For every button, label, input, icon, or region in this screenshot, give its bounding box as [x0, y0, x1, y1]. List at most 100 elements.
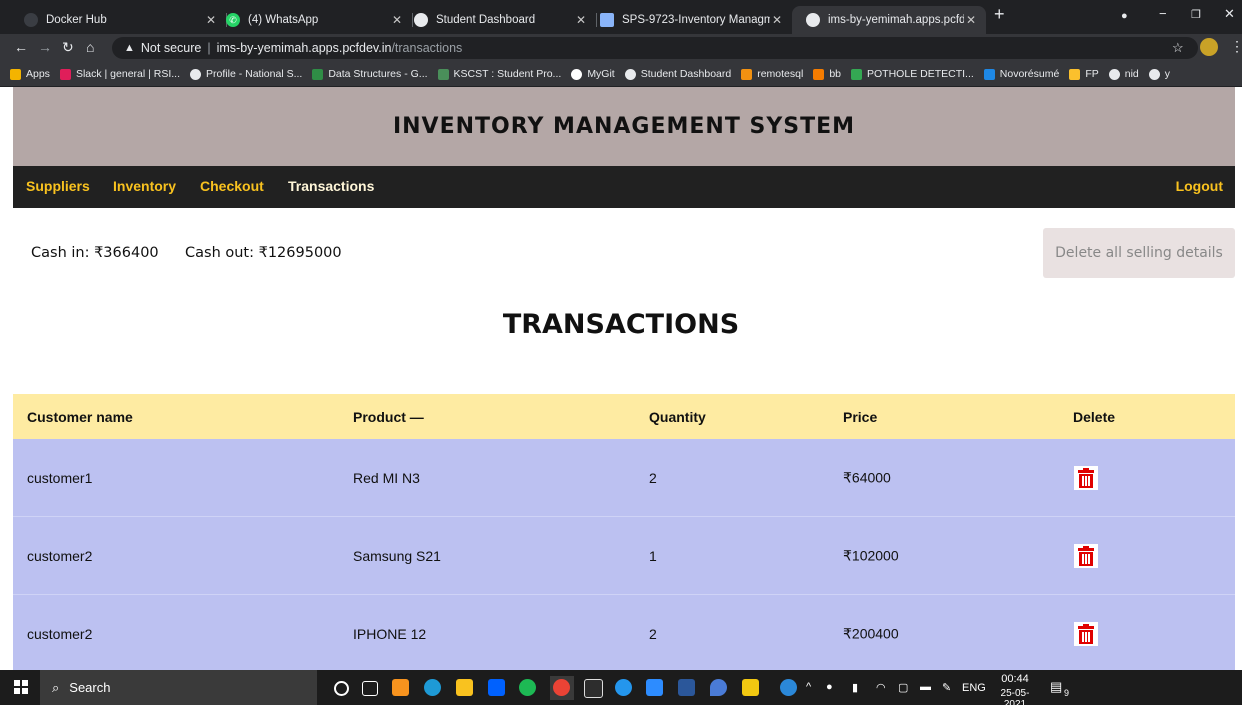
new-tab-button[interactable]: +	[994, 4, 1005, 25]
trash-icon[interactable]	[1074, 621, 1098, 646]
word-icon[interactable]	[678, 679, 695, 696]
chrome-icon[interactable]	[553, 679, 570, 696]
page-title: TRANSACTIONS	[502, 309, 740, 340]
bb-icon	[813, 68, 825, 80]
bookmark-label: y	[1164, 68, 1170, 80]
table-row: customer1 Red MI N3 2 ₹64000	[13, 439, 1235, 517]
trash-icon[interactable]	[1074, 543, 1098, 568]
bookmark-nid[interactable]: nid	[1108, 68, 1139, 80]
bookmark-label: Profile - National S...	[206, 68, 303, 80]
back-icon[interactable]: ←	[14, 39, 28, 55]
bookmark-student-dashboard[interactable]: Student Dashboard	[624, 68, 731, 80]
kscst-icon	[437, 68, 449, 80]
docker-icon[interactable]	[615, 679, 632, 696]
customer-name: customer1	[27, 469, 93, 486]
tray-app-icon[interactable]: ●	[826, 681, 833, 693]
tray-chevron-icon[interactable]: ^	[806, 681, 811, 693]
bookmark-mygit[interactable]: MyGit	[571, 68, 615, 80]
bookmark-data-structures[interactable]: Data Structures - G...	[312, 68, 428, 80]
delete-all-selling-details-button[interactable]: Delete all selling details	[1043, 228, 1235, 278]
whatsapp-icon: ✆	[226, 13, 240, 27]
tab-docker-hub[interactable]: Docker Hub ✕	[10, 6, 226, 34]
customer-name: customer2	[27, 625, 93, 642]
spotify-icon[interactable]	[519, 679, 536, 696]
address-bar[interactable]: ▲ Not secure | ims-by-yemimah.apps.pcfde…	[112, 37, 1198, 59]
help-icon[interactable]	[780, 679, 797, 696]
clock-time[interactable]: 00:44	[990, 673, 1040, 685]
nav-suppliers[interactable]: Suppliers	[26, 178, 90, 194]
app-orange-icon[interactable]	[392, 679, 409, 696]
battery-icon[interactable]: ▬	[920, 681, 931, 693]
nav-inventory[interactable]: Inventory	[113, 178, 176, 194]
tab-student-dashboard[interactable]: Student Dashboard ✕	[400, 6, 596, 34]
edge-icon[interactable]	[424, 679, 441, 696]
bookmark-pothole[interactable]: POTHOLE DETECTI...	[851, 68, 974, 80]
nav-checkout[interactable]: Checkout	[200, 178, 264, 194]
cash-out: Cash out: ₹12695000	[185, 245, 342, 261]
restore-icon[interactable]: ❐	[1191, 8, 1201, 21]
header-price: Price	[843, 408, 878, 425]
microphone-icon[interactable]: ▮	[852, 681, 858, 694]
bookmark-kscst[interactable]: KSCST : Student Pro...	[437, 68, 561, 80]
drive-icon	[851, 68, 863, 80]
minimize-icon[interactable]: −	[1159, 6, 1167, 21]
tab-sps-inventory[interactable]: SPS-9723-Inventory Managment ✕	[586, 6, 792, 34]
globe-icon	[806, 13, 820, 27]
bookmark-profile[interactable]: Profile - National S...	[190, 68, 302, 80]
tab-whatsapp[interactable]: ✆ (4) WhatsApp ✕	[212, 6, 412, 34]
bookmark-label: remotesql	[757, 68, 804, 80]
display-icon[interactable]: ▢	[898, 681, 908, 694]
bookmark-label: Apps	[26, 68, 50, 80]
bookmark-remotesql[interactable]: remotesql	[741, 68, 803, 80]
bookmark-novoresume[interactable]: Novorésumé	[983, 68, 1059, 80]
bookmark-fp[interactable]: FP	[1069, 68, 1099, 80]
quantity: 1	[649, 547, 657, 564]
file-explorer-icon[interactable]	[456, 679, 473, 696]
close-icon[interactable]: ✕	[770, 13, 784, 27]
home-icon[interactable]: ⌂	[86, 39, 94, 55]
reload-icon[interactable]: ↻	[62, 39, 74, 56]
bookmark-bb[interactable]: bb	[813, 68, 841, 80]
web-page: INVENTORY MANAGEMENT SYSTEM Suppliers In…	[0, 87, 1242, 670]
zoom-icon[interactable]	[646, 679, 663, 696]
tab-ims-active[interactable]: ims-by-yemimah.apps.pcfdev.in/ ✕	[792, 6, 986, 34]
trash-icon[interactable]	[1074, 465, 1098, 490]
menu-icon[interactable]: ⋮	[1230, 38, 1242, 55]
task-view-icon[interactable]	[362, 681, 378, 696]
close-icon[interactable]: ✕	[964, 13, 978, 27]
drop-app-icon[interactable]	[710, 679, 727, 696]
windows-start-icon[interactable]	[14, 680, 28, 699]
clock-date[interactable]: 25-05-2021	[990, 688, 1040, 710]
url-host: ims-by-yemimah.apps.pcfdev.in	[216, 41, 392, 55]
docker-icon	[24, 13, 38, 27]
forward-icon[interactable]: →	[38, 39, 52, 55]
windows-taskbar: ⌕ Search ^ ● ▮ ◠ ▢ ▬ ✎ ENG 00:44 25-05-2…	[0, 670, 1242, 710]
product-name: IPHONE 12	[353, 625, 427, 642]
bookmark-slack[interactable]: Slack | general | RSI...	[59, 68, 180, 80]
globe-icon	[624, 68, 636, 80]
terminal-icon[interactable]	[584, 679, 603, 698]
bookmark-apps[interactable]: Apps	[10, 68, 50, 80]
cortana-icon[interactable]	[334, 681, 349, 696]
dropbox-icon[interactable]	[488, 679, 505, 696]
logout-link[interactable]: Logout	[1176, 178, 1223, 194]
quantity: 2	[649, 625, 657, 642]
pen-icon[interactable]: ✎	[942, 681, 951, 694]
tab-search-icon[interactable]: ●	[1121, 10, 1128, 22]
taskbar-search-input[interactable]: ⌕ Search	[40, 670, 317, 705]
bookmark-star-icon[interactable]: ☆	[1172, 40, 1184, 56]
bookmark-label: FP	[1085, 68, 1099, 80]
remotesql-icon	[741, 68, 753, 80]
window-close-icon[interactable]: ✕	[1224, 6, 1235, 22]
notifications-icon[interactable]: ▤	[1050, 679, 1062, 695]
language-indicator[interactable]: ENG	[962, 682, 986, 694]
search-placeholder: Search	[69, 680, 111, 695]
powerbi-icon[interactable]	[742, 679, 759, 696]
nav-transactions[interactable]: Transactions	[288, 178, 374, 194]
cash-in: Cash in: ₹366400	[31, 245, 159, 261]
header-product[interactable]: Product —	[353, 409, 424, 425]
bookmark-y[interactable]: y	[1148, 68, 1170, 80]
wifi-icon[interactable]: ◠	[876, 681, 886, 694]
novoresume-icon	[983, 68, 995, 80]
avatar[interactable]	[1200, 38, 1218, 56]
